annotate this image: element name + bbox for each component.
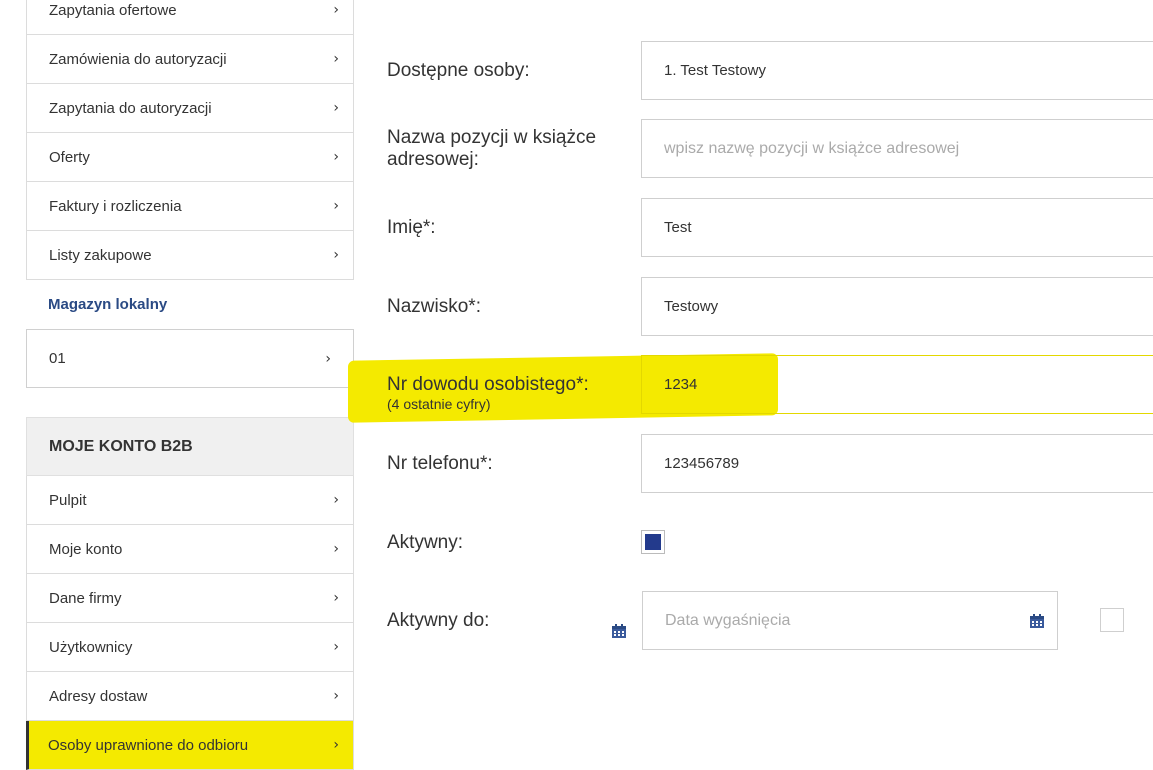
addressbook-name-label: Nazwa pozycji w książce adresowej: — [387, 127, 597, 170]
chevron-right-icon: › — [333, 639, 339, 655]
checkbox-checked-indicator — [645, 534, 661, 550]
sidebar-item-moje-konto[interactable]: Moje konto › — [26, 525, 354, 574]
id-number-input[interactable]: 1234 — [641, 355, 1153, 414]
b2b-section-header: MOJE KONTO B2B — [26, 417, 354, 476]
id-number-label-text: Nr dowodu osobistego*: — [387, 374, 589, 395]
chevron-right-icon: › — [333, 100, 339, 116]
warehouse-item-label: 01 — [49, 350, 66, 367]
calendar-icon[interactable] — [611, 623, 627, 639]
phone-input[interactable]: 123456789 — [641, 434, 1153, 493]
sidebar-item-dane-firmy[interactable]: Dane firmy › — [26, 574, 354, 623]
sidebar-item-label: Osoby uprawnione do odbioru — [48, 736, 249, 754]
sidebar-item-label: Moje konto — [49, 540, 123, 558]
calendar-icon[interactable] — [1029, 613, 1045, 629]
warehouse-item[interactable]: 01 › — [26, 329, 354, 388]
chevron-right-icon: › — [333, 2, 339, 18]
sidebar-item-faktury[interactable]: Faktury i rozliczenia › — [26, 182, 354, 231]
firstname-input[interactable]: Test — [641, 198, 1153, 257]
sidebar-item-label: Pulpit — [49, 491, 87, 509]
chevron-right-icon: › — [333, 247, 339, 263]
sidebar-item-label: Dane firmy — [49, 589, 122, 607]
active-checkbox[interactable] — [641, 530, 665, 554]
sidebar-item-adresy-dostaw[interactable]: Adresy dostaw › — [26, 672, 354, 721]
sidebar-item-zamowienia-do-autoryzacji[interactable]: Zamówienia do autoryzacji › — [26, 35, 354, 84]
b2b-account-menu: MOJE KONTO B2B Pulpit › Moje konto › Dan… — [26, 417, 354, 770]
id-number-sublabel: (4 ostatnie cyfry) — [387, 396, 491, 412]
sidebar-item-zapytania-do-autoryzacji[interactable]: Zapytania do autoryzacji › — [26, 84, 354, 133]
sidebar: Zapytania ofertowe › Zamówienia do autor… — [26, 0, 354, 770]
chevron-right-icon: › — [333, 541, 339, 557]
expiry-date-input[interactable]: Data wygaśnięcia — [642, 591, 1058, 650]
chevron-right-icon: › — [333, 492, 339, 508]
available-persons-label: Dostępne osoby: — [387, 60, 530, 81]
sidebar-item-label: Oferty — [49, 148, 90, 166]
chevron-right-icon: › — [333, 590, 339, 606]
addressbook-name-input[interactable]: wpisz nazwę pozycji w książce adresowej — [641, 119, 1153, 178]
sidebar-item-pulpit[interactable]: Pulpit › — [26, 476, 354, 525]
sidebar-item-label: Zapytania ofertowe — [49, 1, 177, 19]
sidebar-item-oferty[interactable]: Oferty › — [26, 133, 354, 182]
sidebar-menu-top: Zapytania ofertowe › Zamówienia do autor… — [26, 0, 354, 280]
sidebar-item-label: Zapytania do autoryzacji — [49, 99, 212, 117]
no-expiry-checkbox[interactable] — [1100, 608, 1124, 632]
chevron-right-icon: › — [333, 688, 339, 704]
chevron-right-icon: › — [333, 149, 339, 165]
sidebar-item-osoby-uprawnione[interactable]: Osoby uprawnione do odbioru › — [26, 721, 354, 770]
active-until-label: Aktywny do: — [387, 610, 490, 631]
chevron-right-icon: › — [333, 51, 339, 67]
sidebar-item-label: Listy zakupowe — [49, 246, 152, 264]
lastname-input[interactable]: Testowy — [641, 277, 1153, 336]
available-persons-select[interactable]: 1. Test Testowy — [641, 41, 1153, 100]
sidebar-item-zapytania-ofertowe[interactable]: Zapytania ofertowe › — [26, 0, 354, 35]
sidebar-item-label: Adresy dostaw — [49, 687, 148, 705]
sidebar-item-label: Zamówienia do autoryzacji — [49, 50, 227, 68]
phone-label: Nr telefonu*: — [387, 453, 493, 474]
expiry-date-placeholder: Data wygaśnięcia — [665, 611, 791, 629]
id-number-label: Nr dowodu osobistego*: (4 ostatnie cyfry… — [387, 374, 589, 412]
sidebar-item-uzytkownicy[interactable]: Użytkownicy › — [26, 623, 354, 672]
sidebar-item-label: Faktury i rozliczenia — [49, 197, 182, 215]
active-label: Aktywny: — [387, 532, 464, 553]
lastname-label: Nazwisko*: — [387, 296, 481, 317]
sidebar-item-listy-zakupowe[interactable]: Listy zakupowe › — [26, 231, 354, 280]
chevron-right-icon: › — [333, 198, 339, 214]
firstname-label: Imię*: — [387, 217, 436, 238]
chevron-right-icon: › — [325, 350, 331, 367]
sidebar-item-label: Użytkownicy — [49, 638, 133, 656]
chevron-right-icon: › — [333, 737, 339, 753]
warehouse-section-header: Magazyn lokalny — [26, 280, 354, 329]
